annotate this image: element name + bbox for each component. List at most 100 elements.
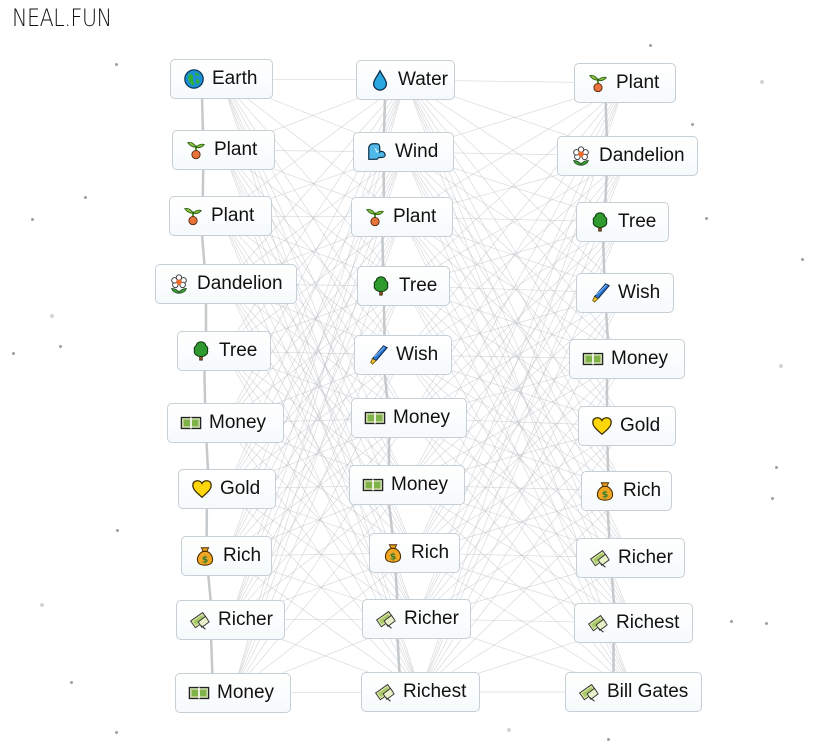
- element-label: Wind: [395, 141, 439, 162]
- richer-icon: [375, 608, 397, 630]
- gold-icon: [591, 415, 613, 437]
- tree-icon: [589, 211, 611, 233]
- element-gold[interactable]: Gold: [578, 406, 676, 446]
- connection-line: [232, 484, 408, 694]
- element-richest[interactable]: Richest: [574, 603, 693, 643]
- element-tree[interactable]: Tree: [177, 331, 271, 371]
- element-tree[interactable]: Tree: [576, 202, 669, 242]
- element-plant[interactable]: Plant: [574, 63, 676, 103]
- element-label: Wish: [396, 344, 439, 365]
- element-rich[interactable]: $ Rich: [181, 536, 272, 576]
- money-icon: [364, 407, 386, 429]
- plant-icon: [185, 139, 207, 161]
- bill-gates-icon: [578, 681, 600, 703]
- background-dot: [775, 466, 778, 469]
- element-label: Richer: [218, 609, 273, 630]
- element-plant[interactable]: Plant: [172, 130, 275, 170]
- element-label: Richest: [403, 681, 467, 702]
- element-label: Rich: [623, 480, 662, 501]
- element-gold[interactable]: Gold: [178, 469, 276, 509]
- element-tree[interactable]: Tree: [357, 266, 450, 306]
- element-dandelion[interactable]: Dandelion: [557, 136, 698, 176]
- background-dot: [507, 728, 511, 732]
- element-label: Richer: [618, 547, 673, 568]
- money-icon: [188, 682, 210, 704]
- element-money[interactable]: Money: [175, 673, 291, 713]
- background-dot: [771, 497, 774, 500]
- element-water[interactable]: Water: [356, 60, 455, 100]
- background-dot: [730, 620, 733, 623]
- water-icon: [369, 69, 391, 91]
- background-dot: [115, 63, 118, 66]
- element-money[interactable]: Money: [349, 465, 465, 505]
- element-label: Plant: [616, 72, 660, 93]
- plant-icon: [182, 205, 204, 227]
- element-richer[interactable]: Richer: [362, 599, 471, 639]
- element-label: Dandelion: [197, 273, 283, 294]
- money-icon: [180, 412, 202, 434]
- wind-icon: [366, 141, 388, 163]
- element-money[interactable]: Money: [351, 398, 467, 438]
- background-dot: [691, 123, 694, 126]
- element-earth[interactable]: Earth: [170, 59, 273, 99]
- money-icon: [582, 348, 604, 370]
- money-icon: [362, 474, 384, 496]
- element-money[interactable]: Money: [167, 403, 284, 443]
- element-label: Water: [398, 69, 448, 90]
- element-label: Gold: [220, 478, 261, 499]
- rich-icon: $: [594, 480, 616, 502]
- element-label: Gold: [620, 415, 661, 436]
- element-label: Plant: [211, 205, 255, 226]
- element-richer[interactable]: Richer: [176, 600, 285, 640]
- background-dot: [70, 681, 73, 684]
- element-label: Tree: [618, 211, 657, 232]
- element-bill-gates[interactable]: Bill Gates: [565, 672, 702, 712]
- connection-line: [408, 417, 634, 624]
- tree-icon: [190, 340, 212, 362]
- plant-icon: [364, 206, 386, 228]
- element-wind[interactable]: Wind: [353, 132, 454, 172]
- element-label: Richest: [616, 612, 680, 633]
- wish-icon: [589, 282, 611, 304]
- element-richest[interactable]: Richest: [361, 672, 480, 712]
- element-rich[interactable]: $ Rich: [369, 533, 460, 573]
- element-label: Dandelion: [599, 145, 685, 166]
- rich-icon: $: [382, 542, 404, 564]
- element-label: Rich: [411, 542, 450, 563]
- svg-text:$: $: [390, 551, 396, 562]
- background-dot: [12, 352, 15, 355]
- element-dandelion[interactable]: Dandelion: [155, 264, 297, 304]
- svg-text:$: $: [602, 489, 608, 500]
- element-rich[interactable]: $ Rich: [581, 471, 672, 511]
- element-plant[interactable]: Plant: [351, 197, 453, 237]
- gold-icon: [191, 478, 213, 500]
- background-dot: [760, 80, 764, 84]
- element-money[interactable]: Money: [569, 339, 685, 379]
- background-dot: [115, 731, 118, 734]
- element-label: Money: [393, 407, 451, 428]
- richer-icon: [189, 609, 211, 631]
- background-dot: [607, 738, 610, 741]
- element-plant[interactable]: Plant: [169, 196, 272, 236]
- dandelion-icon: [168, 273, 190, 295]
- background-dot: [116, 529, 119, 532]
- element-label: Money: [217, 682, 275, 703]
- plant-icon: [587, 72, 609, 94]
- element-label: Bill Gates: [607, 681, 689, 702]
- wish-icon: [367, 344, 389, 366]
- background-dot: [59, 345, 62, 348]
- richest-icon: [587, 612, 609, 634]
- dandelion-icon: [570, 145, 592, 167]
- element-wish[interactable]: Wish: [354, 335, 452, 375]
- background-dot: [779, 364, 783, 368]
- element-label: Money: [209, 412, 267, 433]
- element-label: Plant: [393, 206, 437, 227]
- background-dot: [801, 258, 804, 261]
- element-wish[interactable]: Wish: [576, 273, 674, 313]
- element-label: Money: [391, 474, 449, 495]
- background-dot: [50, 314, 54, 318]
- element-label: Money: [611, 348, 669, 369]
- element-richer[interactable]: Richer: [576, 538, 685, 578]
- element-label: Rich: [223, 545, 262, 566]
- richest-icon: [374, 681, 396, 703]
